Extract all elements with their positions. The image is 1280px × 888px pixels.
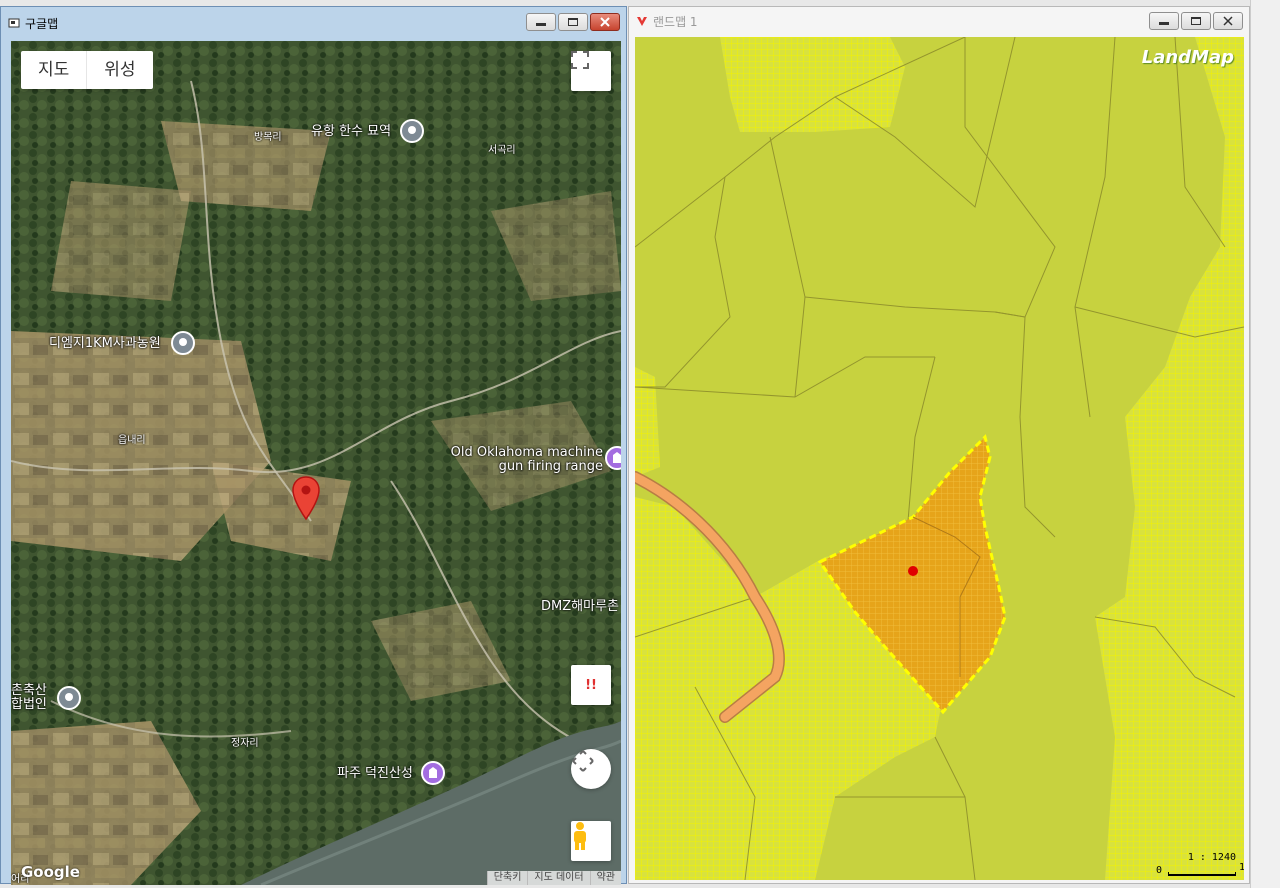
place-pin-icon[interactable]	[400, 119, 424, 143]
minimize-button[interactable]	[1149, 12, 1179, 30]
fullscreen-button[interactable]	[571, 51, 611, 91]
landmap-window: 랜드맵 1 LandMap 1: 1240 0 1	[628, 6, 1250, 884]
scale-indicator: 1 : 1240 0 12m	[1155, 852, 1244, 876]
terms-link[interactable]: 약관	[589, 871, 621, 885]
pan-arrows-icon	[572, 750, 594, 772]
location-marker-icon[interactable]	[291, 475, 321, 523]
landmark-pin-icon[interactable]	[421, 761, 445, 785]
fullscreen-icon	[571, 51, 589, 69]
map-footer: 단축키 지도 데이터 약관	[486, 871, 621, 885]
place-label-myoyeok: 유항 한수 묘역	[311, 124, 392, 139]
pan-control-button[interactable]	[571, 749, 611, 789]
map-type-toggle: 지도 위성	[21, 51, 153, 89]
scale-ratio: 1 : 1240	[1187, 852, 1236, 863]
close-icon	[600, 17, 610, 27]
selected-point-marker	[908, 566, 918, 576]
google-map-window: 구글맵 지도 위성 유항 한수 묘역 디엠지1KM사과농원 Old Oklaho…	[0, 6, 627, 885]
village-label: 정자리	[231, 738, 259, 749]
cadastral-parcels	[635, 37, 1244, 880]
village-label: 서곡리	[488, 145, 516, 156]
village-label: 방목리	[254, 132, 282, 143]
landmap-app-icon	[635, 14, 649, 28]
landmap-titlebar[interactable]: 랜드맵 1	[629, 7, 1249, 35]
minimize-button[interactable]	[526, 13, 556, 31]
close-button[interactable]	[590, 13, 620, 31]
app-icon	[7, 16, 21, 30]
scale-length: 12m	[1238, 862, 1244, 873]
satellite-map[interactable]: 지도 위성 유항 한수 묘역 디엠지1KM사과농원 Old Oklahoma m…	[11, 41, 621, 885]
village-label: 읍내리	[118, 435, 146, 446]
close-icon	[1223, 16, 1233, 26]
close-button[interactable]	[1213, 12, 1243, 30]
place-pin-icon[interactable]	[57, 686, 81, 710]
place-label-livestock: 촌축산 합법인	[11, 683, 47, 712]
place-label-apple-farm: 디엠지1KM사과농원	[49, 336, 161, 351]
minimize-icon	[536, 22, 546, 26]
place-label-fortress: 파주 덕진산성	[337, 766, 413, 781]
minimize-icon	[1159, 21, 1169, 25]
alert-button[interactable]: !!	[571, 665, 611, 705]
place-label-dmz-village: DMZ해마루촌	[541, 599, 619, 614]
google-logo: Google	[21, 863, 80, 881]
maximize-button[interactable]	[1181, 12, 1211, 30]
alert-icon: !!	[585, 677, 597, 693]
keyboard-shortcuts-link[interactable]: 단축키	[486, 871, 528, 885]
map-type-satellite-button[interactable]: 위성	[86, 51, 152, 89]
window-title: 구글맵	[25, 16, 59, 31]
place-label-firing-range: Old Oklahoma machine gun firing range	[450, 445, 603, 474]
cadastral-map[interactable]: LandMap 1 : 1240 0 12m	[635, 37, 1244, 880]
landmap-logo: LandMap	[1141, 47, 1234, 68]
place-pin-icon[interactable]	[171, 331, 195, 355]
window-title: 랜드맵 1	[653, 14, 698, 29]
map-type-map-button[interactable]: 지도	[21, 51, 86, 89]
desktop-edge	[1250, 0, 1280, 888]
pegman-icon	[574, 822, 586, 850]
maximize-button[interactable]	[558, 13, 588, 31]
maximize-icon	[1191, 17, 1201, 25]
street-view-pegman-button[interactable]	[571, 821, 611, 861]
landmark-pin-icon[interactable]	[605, 446, 621, 470]
map-data-link[interactable]: 지도 데이터	[527, 871, 589, 885]
google-map-titlebar[interactable]: 구글맵	[1, 7, 626, 39]
scale-zero: 0	[1155, 865, 1162, 876]
scale-bar: 12m	[1168, 862, 1244, 876]
maximize-icon	[568, 18, 578, 26]
